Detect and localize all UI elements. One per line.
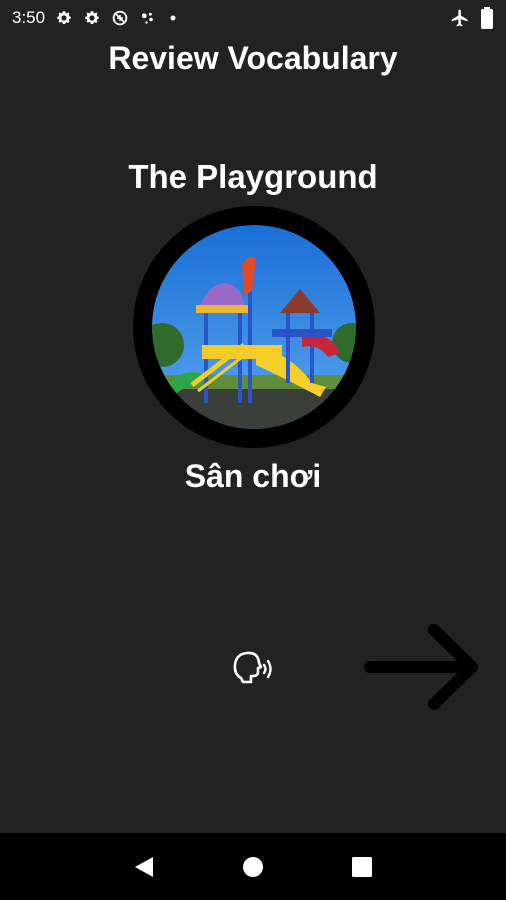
next-button[interactable] [362, 622, 482, 712]
data-saver-icon [111, 9, 129, 27]
recents-button[interactable] [348, 853, 376, 881]
arrow-right-icon [364, 624, 478, 710]
status-bar: 3:50 [0, 0, 506, 36]
dot-icon [167, 12, 179, 24]
battery-icon [480, 7, 494, 29]
home-button[interactable] [239, 853, 267, 881]
gear-icon [83, 9, 101, 27]
vocabulary-image-frame [133, 206, 375, 448]
back-icon [135, 856, 154, 877]
back-button[interactable] [130, 853, 158, 881]
vocabulary-translation: Sân chơi [184, 458, 322, 494]
assistant-dots-icon [139, 9, 157, 27]
system-nav-bar [0, 833, 506, 900]
app-screen: 3:50 Review Vocabulary The Playground Sâ… [0, 0, 506, 900]
gear-icon [55, 9, 73, 27]
speak-button[interactable] [231, 648, 277, 688]
vocabulary-word: The Playground [128, 158, 378, 195]
page-title: Review Vocabulary [108, 40, 398, 76]
recents-icon [351, 856, 372, 877]
status-right-group [450, 7, 494, 29]
playground-image [152, 225, 356, 429]
status-time: 3:50 [12, 8, 46, 27]
airplane-icon [450, 8, 470, 28]
speak-icon [233, 651, 272, 684]
home-icon [242, 856, 263, 877]
status-left-group: 3:50 [12, 8, 179, 28]
